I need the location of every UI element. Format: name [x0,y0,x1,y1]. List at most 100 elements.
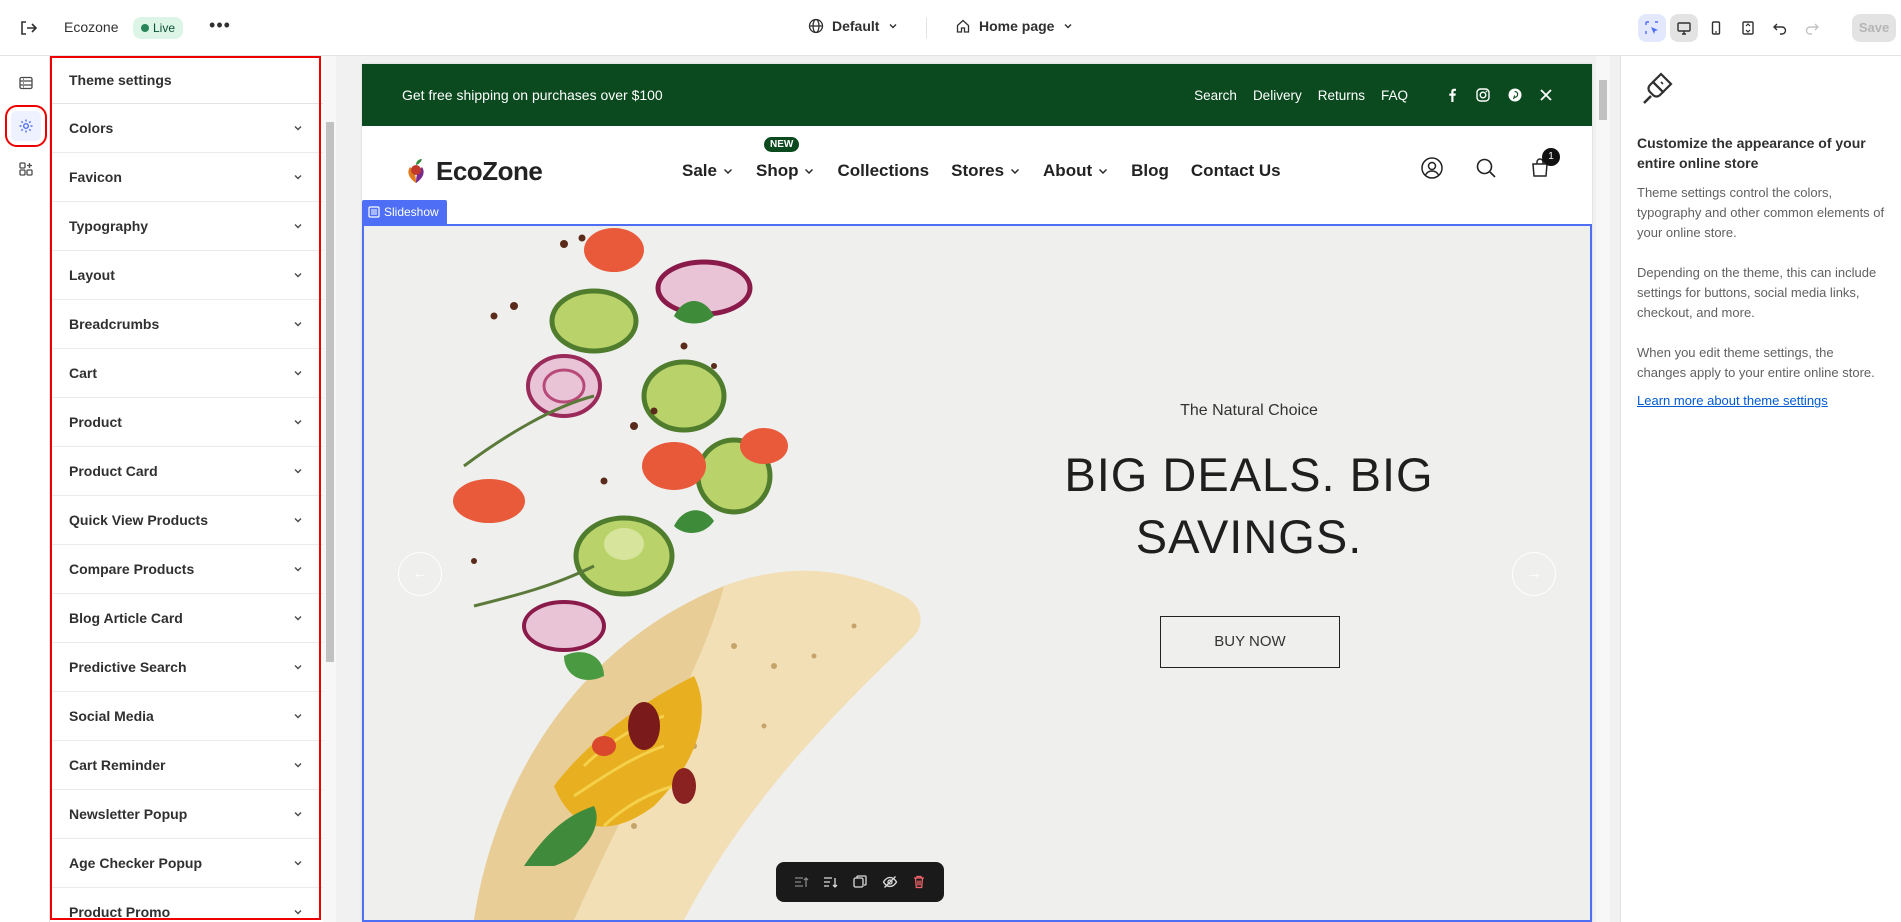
search-icon[interactable] [1474,156,1498,180]
facebook-icon[interactable] [1446,88,1458,102]
top-link[interactable]: Returns [1318,88,1365,103]
preview-scrollbar[interactable] [1596,56,1610,922]
settings-item-label: Cart Reminder [69,757,166,773]
settings-item-colors[interactable]: Colors [50,104,323,153]
page-selector[interactable]: Home page [955,18,1074,34]
nav-item-shop[interactable]: Shop NEW [756,137,816,181]
left-rail [0,56,50,922]
chevron-down-icon [294,616,302,621]
chevron-down-icon [294,861,302,866]
status-badge: Live [133,17,184,39]
more-actions-icon[interactable]: ••• [208,16,232,40]
store-logo[interactable]: EcoZone [402,156,543,187]
theme-settings-icon[interactable] [5,105,47,147]
undo-icon[interactable] [1766,14,1794,42]
learn-more-link[interactable]: Learn more about theme settings [1637,393,1885,408]
section-tag[interactable]: Slideshow [362,200,447,224]
settings-item-label: Blog Article Card [69,610,183,626]
settings-item-newsletter-popup[interactable]: Newsletter Popup [50,790,323,839]
nav-item-contact-us[interactable]: Contact Us [1191,161,1281,181]
settings-item-breadcrumbs[interactable]: Breadcrumbs [50,300,323,349]
nav-item-collections[interactable]: Collections [837,161,929,181]
settings-item-layout[interactable]: Layout [50,251,323,300]
settings-item-favicon[interactable]: Favicon [50,153,323,202]
settings-item-typography[interactable]: Typography [50,202,323,251]
settings-item-blog-article-card[interactable]: Blog Article Card [50,594,323,643]
settings-item-cart[interactable]: Cart [50,349,323,398]
chevron-down-icon [294,273,302,278]
settings-item-social-media[interactable]: Social Media [50,692,323,741]
inspector-icon[interactable] [1638,14,1666,42]
chevron-down-icon [294,812,302,817]
nav-item-about[interactable]: About [1043,161,1109,181]
nav-item-label: Collections [837,161,930,180]
hero-title: BIG DEALS. BIG SAVINGS. [1064,448,1434,563]
buy-now-button[interactable]: BUY NOW [1160,616,1340,668]
scrollbar-thumb[interactable] [326,122,334,662]
cart-count-badge: 1 [1542,148,1560,166]
nav-item-label: Stores [951,161,1005,180]
save-button[interactable]: Save [1852,14,1896,42]
settings-item-product[interactable]: Product [50,398,323,447]
section-tag-label: Slideshow [384,205,439,219]
move-down-icon[interactable] [822,874,838,890]
slide-prev-button[interactable]: ← [398,552,442,596]
editor-tools [1638,14,1826,42]
page-label: Home page [979,18,1055,34]
settings-item-label: Product Promo [69,904,171,920]
x-icon[interactable] [1540,89,1552,101]
top-link[interactable]: FAQ [1381,88,1408,103]
cart-button[interactable]: 1 [1528,148,1560,185]
taco-image [453,228,921,920]
nav-item-sale[interactable]: Sale [682,161,734,181]
hide-icon[interactable] [882,874,898,890]
chevron-down-icon [294,910,302,915]
nav-item-stores[interactable]: Stores [951,161,1021,181]
settings-item-product-promo[interactable]: Product Promo [50,888,323,922]
slide-next-button[interactable]: → [1512,552,1556,596]
settings-item-label: Age Checker Popup [69,855,203,871]
settings-item-label: Colors [69,120,114,136]
theme-settings-panel: Theme settings Colors Favicon Typography La… [50,56,323,922]
top-link[interactable]: Delivery [1253,88,1302,103]
theme-selector[interactable]: Default [808,18,899,34]
logo-mark-icon [408,159,424,183]
mobile-view-icon[interactable] [1702,14,1730,42]
pinterest-icon[interactable] [1508,88,1522,102]
scrollbar-thumb[interactable] [1599,80,1607,120]
settings-scrollbar[interactable] [323,56,336,922]
main-nav: Sale Shop NEW Collections Stores About Blog Con… [682,126,1281,216]
settings-item-age-checker-popup[interactable]: Age Checker Popup [50,839,323,888]
chevron-down-icon [294,322,302,327]
top-links: Search Delivery Returns FAQ [1194,88,1552,103]
settings-item-compare-products[interactable]: Compare Products [50,545,323,594]
social-links [1446,88,1552,102]
chevron-down-icon [294,518,302,523]
delete-icon[interactable] [911,874,927,890]
settings-item-predictive-search[interactable]: Predictive Search [50,643,323,692]
settings-item-product-card[interactable]: Product Card [50,447,323,496]
settings-item-cart-reminder[interactable]: Cart Reminder [50,741,323,790]
settings-item-label: Product [69,414,122,430]
apps-icon[interactable] [11,154,41,184]
top-link[interactable]: Search [1194,88,1237,103]
account-icon[interactable] [1420,156,1444,180]
announcement-text: Get free shipping on purchases over $100 [402,87,663,103]
home-icon [956,19,970,33]
redo-icon[interactable] [1798,14,1826,42]
full-width-view-icon[interactable] [1734,14,1762,42]
info-panel: Customize the appearance of your entire … [1620,56,1901,922]
nav-item-blog[interactable]: Blog [1131,161,1169,181]
store-header: EcoZone Sale Shop NEW Collections Stores Abou… [362,126,1592,216]
exit-icon[interactable] [18,18,38,38]
duplicate-icon[interactable] [852,874,868,890]
instagram-icon[interactable] [1476,88,1490,102]
chevron-down-icon [889,24,897,29]
header-icons: 1 [1420,148,1560,185]
settings-item-quick-view-products[interactable]: Quick View Products [50,496,323,545]
sections-icon[interactable] [11,68,41,98]
desktop-view-icon[interactable] [1670,14,1698,42]
move-up-icon[interactable] [793,874,809,890]
announcement-bar: Get free shipping on purchases over $100… [362,64,1592,126]
chevron-down-icon [805,169,814,174]
